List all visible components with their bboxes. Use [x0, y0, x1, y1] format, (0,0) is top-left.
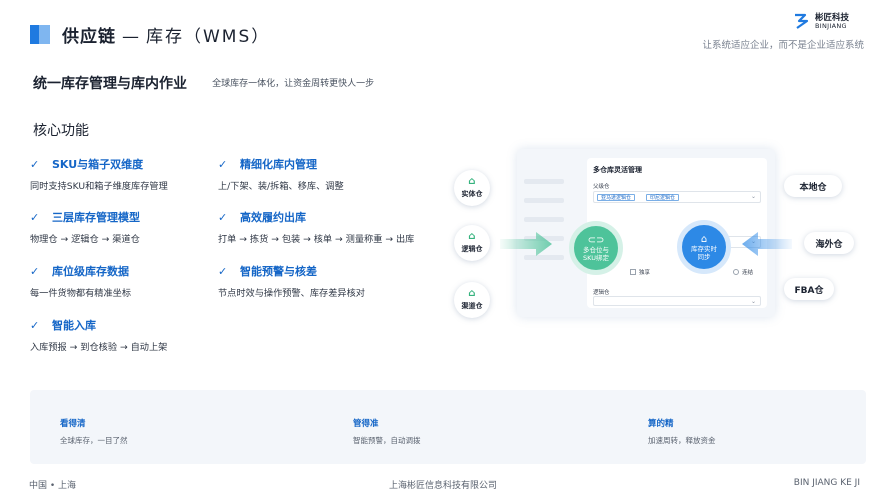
feature-title: 高效履约出库	[240, 211, 306, 224]
house-icon: ⌂	[468, 231, 476, 242]
checkbox-icon	[630, 269, 636, 275]
check-icon: ✓	[30, 318, 40, 332]
tag-indonesia[interactable]: 印尼逻辑仓	[646, 194, 680, 201]
benefit-desc: 全球库存，一目了然	[60, 436, 128, 445]
radio-icon	[733, 269, 739, 275]
footer-location: 中国 • 上海	[29, 481, 77, 491]
tag-amazon[interactable]: 亚马逊逻辑仓	[597, 194, 636, 201]
feature-title: 三层库存管理模型	[52, 211, 140, 224]
feature-desc: 上/下架、装/拆箱、移库、调整	[218, 181, 344, 192]
green-node-line2: SKU绑定	[583, 253, 609, 262]
benefit-title: 看得清	[60, 419, 86, 429]
overseas-warehouse-tag: 海外仓	[804, 232, 854, 254]
title-main: 供应链	[62, 27, 116, 47]
core-label: 核心功能	[33, 123, 89, 139]
fba-warehouse-tag: FBA仓	[784, 278, 834, 300]
channel-warehouse-node: ⌂ 渠道仓	[454, 282, 490, 318]
feature-desc: 物理仓 → 逻辑仓 → 渠道仓	[30, 234, 140, 245]
logic-select[interactable]: ⌄	[593, 296, 761, 306]
check-icon: ✓	[30, 210, 40, 224]
exclusive-checkbox[interactable]: 独享	[630, 268, 650, 276]
feature-desc: 入库预报 → 到仓核验 → 自动上架	[30, 342, 168, 353]
logical-label: 逻辑仓	[461, 245, 483, 253]
benefit-item: 管得准 智能预警，自动调拨	[353, 417, 421, 446]
link-label: 连结	[742, 270, 754, 276]
chevron-down-icon: ⌄	[750, 193, 756, 200]
header: 供应链 — 库存（WMS） 彬匠科技 BINJIANG 让系统适应企业，而不是企业适…	[0, 0, 889, 62]
house-icon: ⌂	[468, 176, 476, 187]
link-icon: ⊂⊃	[587, 234, 605, 246]
channel-label: 渠道仓	[461, 302, 483, 310]
card-placeholder-lines	[524, 179, 564, 274]
green-node-line1: 多仓位与	[583, 245, 609, 254]
check-icon: ✓	[30, 157, 40, 171]
footer-brand: BIN JIANG KE JI	[793, 478, 860, 488]
physical-label: 实体仓	[461, 190, 483, 198]
arrow-right-icon	[500, 232, 552, 256]
warehouse-diagram: 多仓库灵活管理 父级仓 亚马逊逻辑仓 印尼逻辑仓 ⌄ ⌄ 独享 连结 逻辑仓 ⌄	[452, 140, 867, 330]
title-separator: —	[122, 27, 140, 47]
benefit-desc: 加速周转，释放资金	[648, 436, 716, 445]
logical-warehouse-node: ⌂ 逻辑仓	[454, 225, 490, 261]
feature-title: 库位级库存数据	[52, 265, 129, 278]
feature-item: ✓ 库位级库存数据 每一件货物都有精准坐标	[30, 263, 230, 300]
brand-square-icon	[30, 25, 50, 44]
arrow-left-icon	[742, 232, 792, 256]
feature-desc: 打单 → 拣货 → 包装 → 核单 → 测量称重 → 出库	[218, 234, 415, 245]
logic-label: 逻辑仓	[593, 290, 610, 296]
company-logo: 彬匠科技 BINJIANG	[793, 10, 863, 32]
logo-en: BINJIANG	[815, 22, 847, 30]
panel-title: 多仓库灵活管理	[593, 166, 642, 174]
feature-title: 智能预警与核差	[240, 265, 317, 278]
parent-label: 父级仓	[593, 184, 610, 190]
benefit-item: 看得清 全球库存，一目了然	[60, 417, 128, 446]
benefit-title: 管得准	[353, 419, 379, 429]
check-icon: ✓	[218, 157, 228, 171]
check-icon: ✓	[30, 264, 40, 278]
diagram-card: 多仓库灵活管理 父级仓 亚马逊逻辑仓 印尼逻辑仓 ⌄ ⌄ 独享 连结 逻辑仓 ⌄	[517, 149, 775, 317]
chevron-down-icon: ⌄	[750, 298, 756, 305]
feature-title: 智能入库	[52, 319, 96, 332]
footer-company: 上海彬匠信息科技有限公司	[389, 481, 498, 491]
sku-binding-node: ⊂⊃ 多仓位与 SKU绑定	[569, 221, 623, 275]
logo-icon	[795, 13, 809, 29]
physical-warehouse-node: ⌂ 实体仓	[454, 170, 490, 206]
blue-node-line2: 同步	[697, 252, 711, 261]
feature-title: SKU与箱子双维度	[52, 158, 144, 171]
exclusive-label: 独享	[639, 270, 651, 276]
link-radio[interactable]: 连结	[733, 268, 753, 276]
feature-item: ✓ 智能入库 入库预报 → 到仓核验 → 自动上架	[30, 317, 230, 354]
feature-desc: 每一件货物都有精准坐标	[30, 288, 132, 299]
feature-desc: 同时支持SKU和箱子维度库存管理	[30, 181, 168, 192]
blue-node-line1: 库存实时	[691, 244, 717, 253]
check-icon: ✓	[218, 264, 228, 278]
headline-subtitle: 全球库存一体化，让资金周转更快人一步	[212, 79, 375, 89]
benefit-desc: 智能预警，自动调拨	[353, 436, 421, 445]
feature-desc: 节点时效与操作预警、库存差异核对	[218, 288, 365, 299]
parent-select[interactable]: 亚马逊逻辑仓 印尼逻辑仓 ⌄	[593, 191, 761, 203]
feature-item: ✓ SKU与箱子双维度 同时支持SKU和箱子维度库存管理	[30, 156, 230, 193]
benefit-title: 算的精	[648, 419, 674, 429]
feature-title: 精细化库内管理	[240, 158, 317, 171]
title-sub: 库存（WMS）	[146, 27, 271, 47]
feature-item: ✓ 智能预警与核差 节点时效与操作预警、库存差异核对	[218, 263, 418, 300]
warehouse-icon: ⌂	[700, 233, 708, 245]
realtime-sync-node: ⌂ 库存实时 同步	[677, 220, 731, 274]
feature-item: ✓ 高效履约出库 打单 → 拣货 → 包装 → 核单 → 测量称重 → 出库	[218, 209, 418, 246]
benefits-panel: 看得清 全球库存，一目了然 管得准 智能预警，自动调拨 算的精 加速周转，释放资…	[30, 390, 866, 464]
feature-item: ✓ 三层库存管理模型 物理仓 → 逻辑仓 → 渠道仓	[30, 209, 230, 246]
headline-title: 统一库存管理与库内作业	[33, 76, 187, 92]
local-warehouse-tag: 本地仓	[784, 175, 842, 197]
headline: 统一库存管理与库内作业 全球库存一体化，让资金周转更快人一步	[33, 73, 374, 93]
page-title: 供应链 — 库存（WMS）	[62, 22, 270, 47]
feature-item: ✓ 精细化库内管理 上/下架、装/拆箱、移库、调整	[218, 156, 418, 193]
house-icon: ⌂	[468, 288, 476, 299]
check-icon: ✓	[218, 210, 228, 224]
benefit-item: 算的精 加速周转，释放资金	[648, 417, 716, 446]
slogan: 让系统适应企业，而不是企业适应系统	[702, 40, 864, 51]
